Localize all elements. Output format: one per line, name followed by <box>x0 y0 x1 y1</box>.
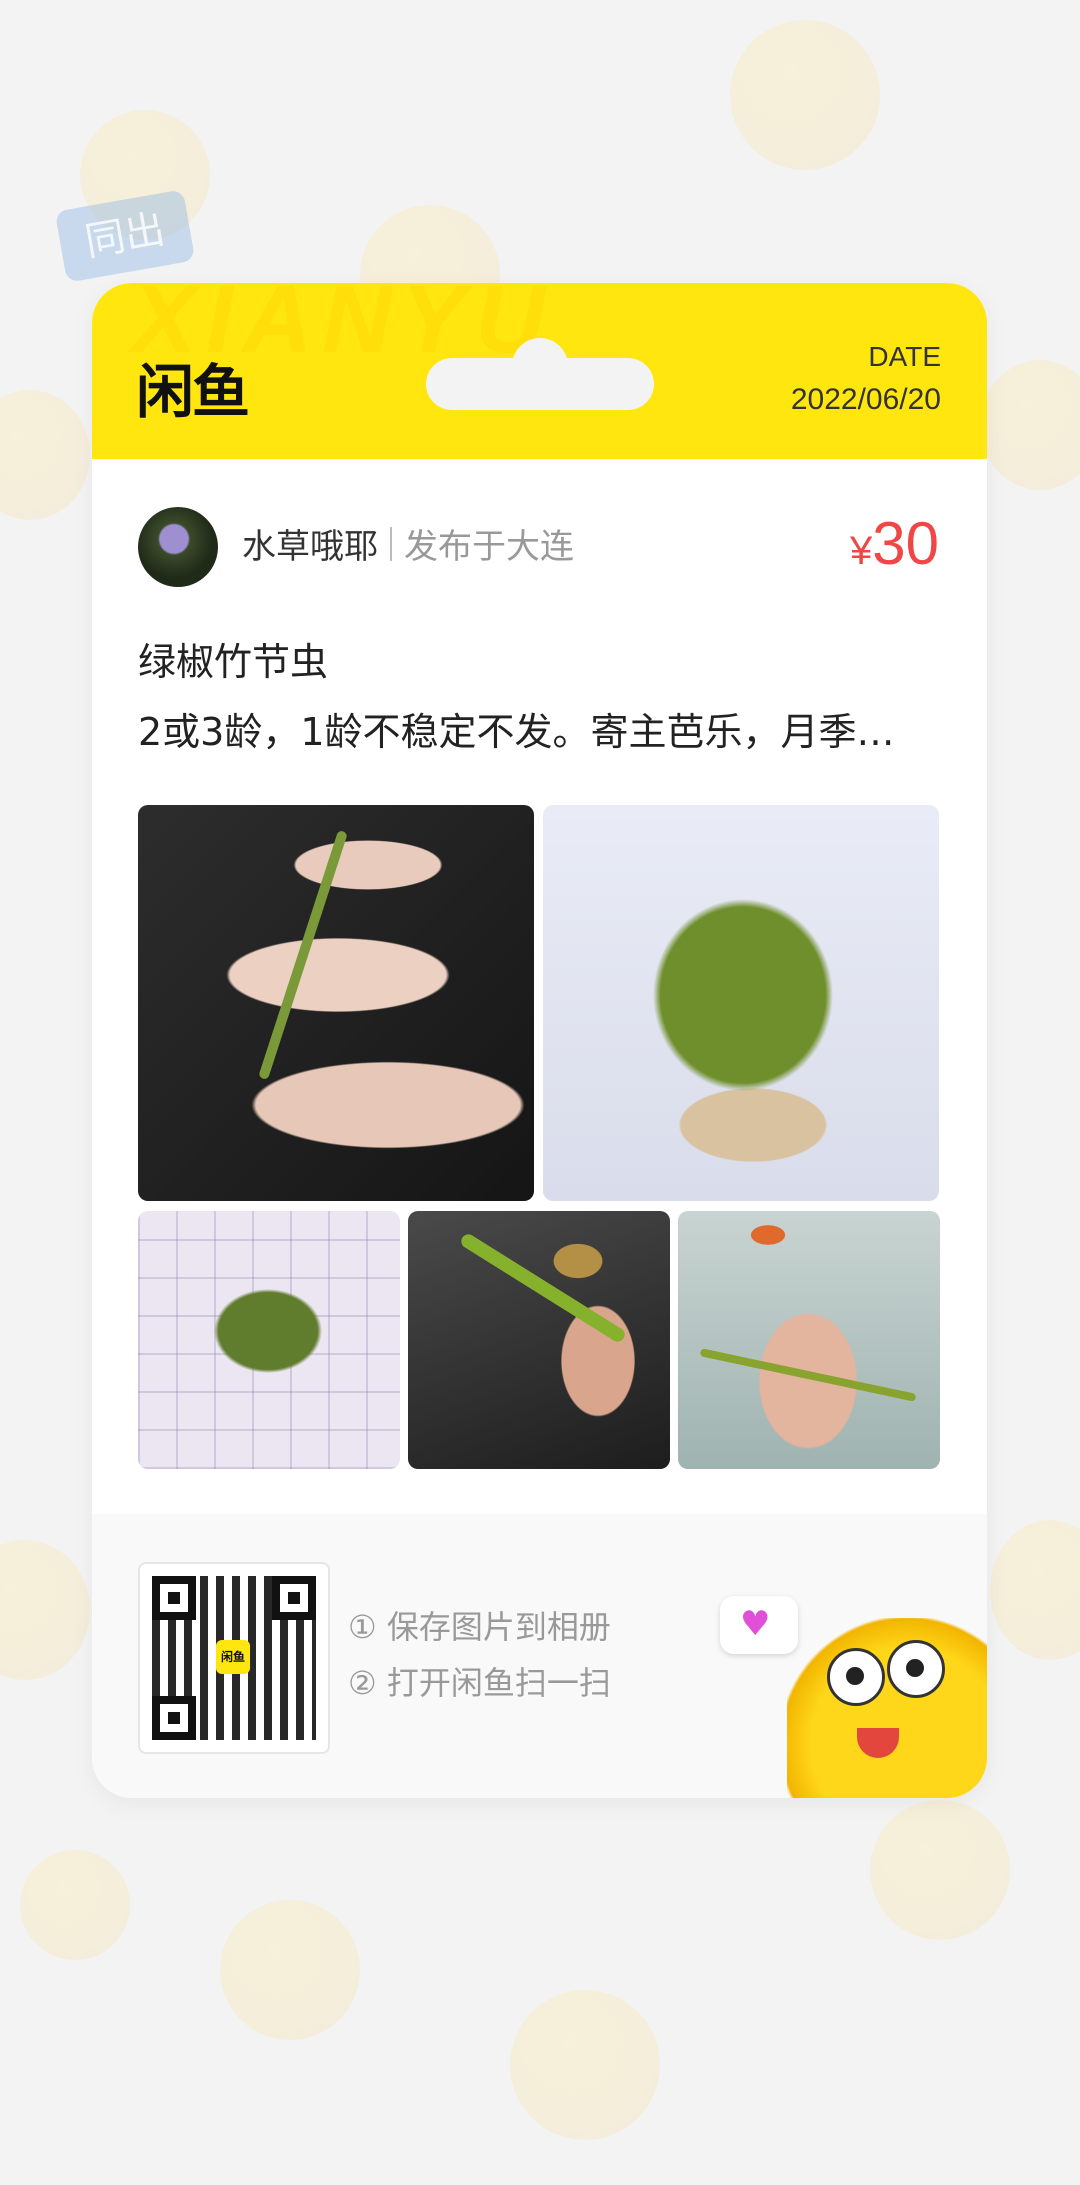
header-notch <box>426 338 654 410</box>
background-emoji <box>990 1520 1080 1660</box>
heart-icon: ♥ <box>740 1604 771 1644</box>
qr-code[interactable]: 闲鱼 <box>138 1562 330 1754</box>
fish-mascot <box>787 1618 987 1798</box>
xianyu-logo: 闲鱼 <box>136 358 250 426</box>
mascot-eye-left <box>827 1648 885 1706</box>
date-value: 2022/06/20 <box>790 383 941 416</box>
mascot-mouth <box>857 1728 899 1758</box>
card-header: XIANYU 闲鱼 DATE 2022/06/20 <box>92 283 987 459</box>
background-tag: 同出 <box>54 189 196 283</box>
share-card: XIANYU 闲鱼 DATE 2022/06/20 水草哦耶 发布于大连 ¥30… <box>92 283 987 1798</box>
step-scan: ② 打开闲鱼扫一扫 <box>348 1664 611 1702</box>
qr-finder <box>152 1576 196 1620</box>
background-emoji <box>0 390 90 520</box>
step-save-image: ① 保存图片到相册 <box>348 1608 611 1646</box>
background-emoji <box>0 1540 90 1680</box>
username[interactable]: 水草哦耶 <box>242 519 378 568</box>
qr-logo: 闲鱼 <box>216 1640 250 1674</box>
background-emoji <box>220 1900 360 2040</box>
price: ¥30 <box>850 509 939 578</box>
item-photo-2[interactable] <box>543 805 939 1201</box>
item-photo-1[interactable] <box>138 805 534 1201</box>
date-label: DATE <box>868 341 941 372</box>
qr-finder <box>272 1576 316 1620</box>
item-title: 绿椒竹节虫 <box>138 640 329 684</box>
background-emoji <box>510 1990 660 2140</box>
avatar[interactable] <box>138 507 218 587</box>
divider <box>390 526 392 561</box>
background-emoji <box>870 1800 1010 1940</box>
item-description: 2或3龄，1龄不稳定不发。寄主芭乐，月季… <box>138 710 895 754</box>
item-photo-3[interactable] <box>138 1211 400 1469</box>
background-emoji <box>730 20 880 170</box>
mascot-eye-right <box>887 1640 945 1698</box>
price-symbol: ¥ <box>850 529 873 573</box>
card-footer: 闲鱼 ① 保存图片到相册 ② 打开闲鱼扫一扫 ♥ <box>92 1514 987 1798</box>
item-photo-4[interactable] <box>408 1211 670 1469</box>
qr-finder <box>152 1696 196 1740</box>
price-value: 30 <box>872 510 939 577</box>
user-info: 水草哦耶 发布于大连 <box>242 519 574 568</box>
background-emoji <box>20 1850 130 1960</box>
item-photo-5[interactable] <box>678 1211 940 1469</box>
background-emoji <box>980 360 1080 490</box>
location: 发布于大连 <box>404 527 574 567</box>
